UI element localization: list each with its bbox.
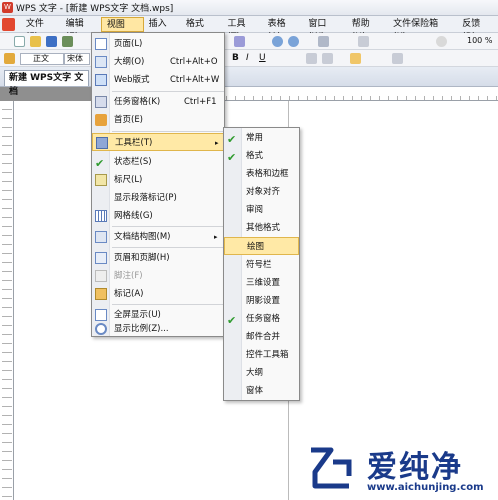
submenu-item-review[interactable]: 审阅: [224, 201, 299, 219]
italic-icon[interactable]: I: [246, 53, 257, 64]
submenu-item-other-format[interactable]: 其他格式: [224, 219, 299, 237]
submenu-item-symbols[interactable]: 符号栏: [224, 256, 299, 274]
menu-item-task-pane[interactable]: 任务窗格(K) Ctrl+F1: [92, 93, 224, 111]
zoom-level[interactable]: 100 %: [467, 36, 492, 45]
markup-icon: [95, 288, 107, 300]
menu-item-web-layout[interactable]: Web版式 Ctrl+Alt+W: [92, 71, 224, 89]
menu-item-toolbars[interactable]: 工具栏(T) ▸: [92, 133, 224, 151]
table-icon[interactable]: [318, 36, 329, 47]
site-watermark: 爱纯净 www.aichunjing.com: [305, 438, 495, 498]
menu-item-zoom[interactable]: 显示比例(Z)...: [92, 320, 224, 338]
footnote-icon: [95, 270, 107, 282]
wps-logo-icon[interactable]: [2, 17, 15, 31]
header-footer-icon: [95, 252, 107, 264]
doc-tab[interactable]: 新建 WPS文字 文档: [4, 70, 89, 97]
align-center-icon[interactable]: [322, 53, 333, 64]
font-select[interactable]: 宋体: [64, 53, 90, 65]
list-icon[interactable]: [392, 53, 403, 64]
menu-item-header-footer[interactable]: 页眉和页脚(H): [92, 249, 224, 267]
menu-format[interactable]: 格式(O): [181, 17, 223, 42]
window-title: WPS 文字 - [新建 WPS文字 文档.wps]: [16, 4, 174, 14]
open-icon[interactable]: [30, 36, 41, 47]
menu-item-ruler[interactable]: 标尺(L): [92, 171, 224, 189]
menu-item-gridlines[interactable]: 网格线(G): [92, 207, 224, 225]
submenu-item-format[interactable]: ✔ 格式: [224, 147, 299, 165]
zoom-icon: [95, 323, 107, 335]
task-pane-icon: [95, 96, 107, 108]
watermark-brand: 爱纯净: [367, 450, 463, 485]
submenu-item-drawing[interactable]: 绘图: [224, 237, 299, 255]
gridlines-icon: [95, 210, 107, 222]
menu-bar: 文件(F) 编辑(E) 视图(V) 插入(I) 格式(O) 工具(T) 表格(A…: [0, 16, 498, 43]
save-icon[interactable]: [46, 36, 57, 47]
zoom-tool-icon[interactable]: [436, 36, 447, 47]
underline-icon[interactable]: U: [259, 53, 270, 64]
align-left-icon[interactable]: [306, 53, 317, 64]
bold-icon[interactable]: B: [232, 53, 243, 64]
undo-icon[interactable]: [272, 36, 283, 47]
menu-item-paragraph-marks[interactable]: 显示段落标记(P): [92, 189, 224, 207]
doc-map-icon: [95, 231, 107, 243]
menu-edit[interactable]: 编辑(E): [61, 17, 101, 42]
menu-help[interactable]: 帮助(H): [347, 17, 388, 42]
brand-logo-icon: [311, 447, 352, 489]
menu-tools[interactable]: 工具(T): [223, 17, 263, 42]
style-select[interactable]: 正文: [20, 53, 64, 65]
justify-icon[interactable]: [350, 53, 361, 64]
standard-toolbar: 100 %: [0, 33, 498, 50]
menu-item-home[interactable]: 首页(E): [92, 111, 224, 129]
home-icon: [95, 114, 107, 126]
menu-table[interactable]: 表格(A): [263, 17, 304, 42]
submenu-item-3d-settings[interactable]: 三维设置: [224, 274, 299, 292]
submenu-item-shadow-settings[interactable]: 阴影设置: [224, 292, 299, 310]
menu-item-outline[interactable]: 大纲(O) Ctrl+Alt+O: [92, 53, 224, 71]
menu-item-status-bar[interactable]: ✔ 状态栏(S): [92, 153, 224, 171]
menu-file[interactable]: 文件(F): [21, 17, 61, 42]
menu-item-footnote: 脚注(F): [92, 267, 224, 285]
view-menu: 页面(L) 大纲(O) Ctrl+Alt+O Web版式 Ctrl+Alt+W …: [91, 32, 225, 337]
menu-file-safe[interactable]: 文件保险箱(K): [388, 17, 455, 42]
new-doc-icon[interactable]: [14, 36, 25, 47]
column-icon[interactable]: [358, 36, 369, 47]
wps-app-icon: W: [2, 2, 13, 13]
styles-icon[interactable]: [4, 53, 15, 64]
print-icon[interactable]: [62, 36, 73, 47]
page-icon: [95, 38, 107, 50]
menu-item-doc-map[interactable]: 文档结构图(M) ▸: [92, 228, 224, 246]
submenu-item-tables-borders[interactable]: 表格和边框: [224, 165, 299, 183]
redo-icon[interactable]: [288, 36, 299, 47]
ruler-icon: [95, 174, 107, 186]
submenu-arrow-icon: ▸: [215, 139, 219, 147]
web-layout-icon: [95, 74, 107, 86]
toolbars-submenu: ✔ 常用 ✔ 格式 表格和边框 对象对齐 审阅 其他格式 绘图 符号栏 三维设置…: [223, 127, 300, 401]
drawing-icon[interactable]: [234, 36, 245, 47]
submenu-arrow-icon: ▸: [214, 233, 218, 241]
submenu-item-outline[interactable]: 大纲: [224, 364, 299, 382]
feedback-button[interactable]: 反馈(B): [457, 17, 498, 42]
outline-icon: [95, 56, 107, 68]
document-tabs: 新建 WPS文字 文档: [0, 67, 498, 97]
submenu-item-mail-merge[interactable]: 邮件合并: [224, 328, 299, 346]
submenu-item-standard[interactable]: ✔ 常用: [224, 129, 299, 147]
vertical-ruler[interactable]: [0, 101, 14, 500]
watermark-url: www.aichunjing.com: [367, 482, 484, 493]
menu-item-markup[interactable]: 标记(A): [92, 285, 224, 303]
title-bar: W WPS 文字 - [新建 WPS文字 文档.wps]: [0, 0, 498, 16]
menu-insert[interactable]: 插入(I): [144, 17, 181, 42]
submenu-item-control-toolbox[interactable]: 控件工具箱: [224, 346, 299, 364]
menu-window[interactable]: 窗口(W): [303, 17, 346, 42]
submenu-item-forms[interactable]: 窗体: [224, 382, 299, 400]
toolbar-icon: [96, 137, 108, 149]
submenu-item-object-align[interactable]: 对象对齐: [224, 183, 299, 201]
submenu-item-task-pane[interactable]: ✔ 任务窗格: [224, 310, 299, 328]
menu-item-page[interactable]: 页面(L): [92, 35, 224, 53]
menu-view[interactable]: 视图(V): [100, 16, 144, 43]
